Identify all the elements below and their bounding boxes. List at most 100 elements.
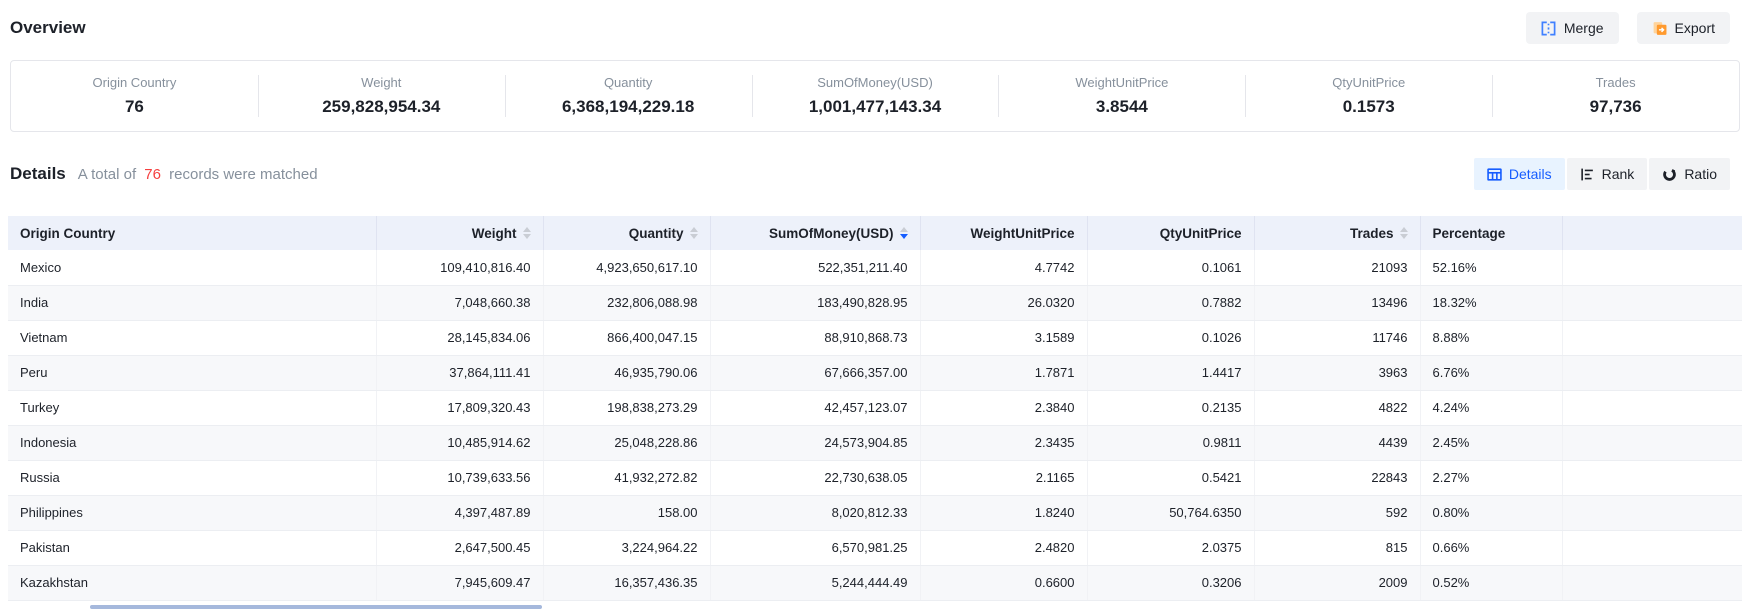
column-header-quantity[interactable]: Quantity	[543, 216, 710, 250]
stat-value: 3.8544	[998, 97, 1245, 117]
qty-unit-price-cell: 0.9811	[1087, 425, 1254, 460]
column-header-trades[interactable]: Trades	[1254, 216, 1420, 250]
origin-country-cell: Pakistan	[8, 530, 376, 565]
merge-button-label: Merge	[1564, 20, 1604, 36]
stat-item: SumOfMoney(USD)1,001,477,143.34	[752, 75, 999, 117]
filler-cell	[1562, 355, 1742, 390]
filler-cell	[1562, 390, 1742, 425]
weight-cell: 4,397,487.89	[376, 495, 543, 530]
sum-of-money-cell: 22,730,638.05	[710, 460, 920, 495]
sum-of-money-cell: 522,351,211.40	[710, 250, 920, 285]
stat-item: Origin Country 76	[11, 75, 258, 117]
table-body: Mexico109,410,816.404,923,650,617.10522,…	[8, 250, 1742, 600]
percentage-cell: 0.80%	[1420, 495, 1562, 530]
qty-unit-price-cell: 0.3206	[1087, 565, 1254, 600]
trades-cell: 4822	[1254, 390, 1420, 425]
sum-of-money-cell: 88,910,868.73	[710, 320, 920, 355]
percentage-cell: 6.76%	[1420, 355, 1562, 390]
stat-item: WeightUnitPrice 3.8544	[998, 75, 1245, 117]
column-header-weight[interactable]: Weight	[376, 216, 543, 250]
quantity-cell: 46,935,790.06	[543, 355, 710, 390]
origin-country-cell: Vietnam	[8, 320, 376, 355]
export-button-label: Export	[1675, 20, 1715, 36]
qty-unit-price-cell: 0.5421	[1087, 460, 1254, 495]
weight-cell: 7,048,660.38	[376, 285, 543, 320]
tab-details[interactable]: Details	[1474, 158, 1565, 190]
quantity-cell: 41,932,272.82	[543, 460, 710, 495]
percentage-cell: 2.45%	[1420, 425, 1562, 460]
toolbar: Merge Export	[1526, 12, 1730, 44]
stat-item: Trades 97,736	[1492, 75, 1739, 117]
weight-cell: 109,410,816.40	[376, 250, 543, 285]
quantity-cell: 4,923,650,617.10	[543, 250, 710, 285]
table-row: Russia10,739,633.5641,932,272.8222,730,6…	[8, 460, 1742, 495]
details-title: Details	[10, 164, 66, 184]
origin-country-cell: Mexico	[8, 250, 376, 285]
percentage-cell: 0.66%	[1420, 530, 1562, 565]
sort-carets-icon	[1400, 227, 1408, 239]
stat-value: 0.1573	[1245, 97, 1492, 117]
weight-unit-price-cell: 2.3840	[920, 390, 1087, 425]
origin-country-cell: Kazakhstan	[8, 565, 376, 600]
matched-count: 76	[140, 166, 165, 183]
stat-value: 1,001,477,143.34	[752, 97, 999, 117]
filler-cell	[1562, 285, 1742, 320]
merge-button[interactable]: Merge	[1526, 12, 1619, 44]
merge-cells-icon	[1541, 21, 1556, 36]
matched-prefix: A total of	[78, 166, 136, 183]
trades-cell: 13496	[1254, 285, 1420, 320]
column-header-filler	[1562, 216, 1742, 250]
view-switcher: Details Rank Ratio	[1474, 158, 1730, 190]
table-grid-icon	[1487, 167, 1502, 182]
weight-cell: 37,864,111.41	[376, 355, 543, 390]
quantity-cell: 25,048,228.86	[543, 425, 710, 460]
qty-unit-price-cell: 2.0375	[1087, 530, 1254, 565]
quantity-cell: 866,400,047.15	[543, 320, 710, 355]
table-row: India7,048,660.38232,806,088.98183,490,8…	[8, 285, 1742, 320]
column-header-sum-of-money[interactable]: SumOfMoney(USD)	[710, 216, 920, 250]
origin-country-cell: Philippines	[8, 495, 376, 530]
sum-of-money-cell: 24,573,904.85	[710, 425, 920, 460]
filler-cell	[1562, 250, 1742, 285]
tab-rank[interactable]: Rank	[1567, 158, 1648, 190]
export-file-icon	[1652, 21, 1667, 36]
stat-item: Quantity6,368,194,229.18	[505, 75, 752, 117]
origin-country-cell: Russia	[8, 460, 376, 495]
stats-card: Origin Country 76Weight 259,828,954.34Quan…	[10, 60, 1740, 132]
stat-label: Trades	[1492, 75, 1739, 90]
export-button[interactable]: Export	[1637, 12, 1730, 44]
top-bar: Overview Merge Export	[0, 0, 1750, 56]
table-header-row: Origin Country Weight Quantity SumOfMone…	[8, 216, 1742, 250]
tab-rank-label: Rank	[1602, 166, 1635, 182]
table-row: Philippines4,397,487.89158.008,020,812.3…	[8, 495, 1742, 530]
sum-of-money-cell: 8,020,812.33	[710, 495, 920, 530]
stat-label: Weight	[258, 75, 505, 90]
table-row: Peru37,864,111.4146,935,790.0667,666,357…	[8, 355, 1742, 390]
sort-carets-icon	[523, 227, 531, 239]
quantity-cell: 232,806,088.98	[543, 285, 710, 320]
stat-label: Quantity	[505, 75, 752, 90]
qty-unit-price-cell: 0.7882	[1087, 285, 1254, 320]
stat-value: 259,828,954.34	[258, 97, 505, 117]
tab-ratio[interactable]: Ratio	[1649, 158, 1730, 190]
stat-value: 97,736	[1492, 97, 1739, 117]
origin-country-cell: Turkey	[8, 390, 376, 425]
weight-unit-price-cell: 2.3435	[920, 425, 1087, 460]
weight-unit-price-cell: 0.6600	[920, 565, 1087, 600]
column-header-qty-unit-price: QtyUnitPrice	[1087, 216, 1254, 250]
trades-cell: 4439	[1254, 425, 1420, 460]
stat-label: WeightUnitPrice	[998, 75, 1245, 90]
quantity-cell: 16,357,436.35	[543, 565, 710, 600]
weight-unit-price-cell: 2.1165	[920, 460, 1087, 495]
qty-unit-price-cell: 50,764.6350	[1087, 495, 1254, 530]
weight-unit-price-cell: 1.8240	[920, 495, 1087, 530]
horizontal-scrollbar-thumb[interactable]	[90, 605, 542, 609]
records-matched-text: A total of 76 records were matched	[78, 166, 318, 183]
filler-cell	[1562, 495, 1742, 530]
stat-value: 76	[11, 97, 258, 117]
quantity-cell: 3,224,964.22	[543, 530, 710, 565]
page-title: Overview	[10, 18, 86, 38]
weight-unit-price-cell: 1.7871	[920, 355, 1087, 390]
stat-label: Origin Country	[11, 75, 258, 90]
weight-unit-price-cell: 4.7742	[920, 250, 1087, 285]
